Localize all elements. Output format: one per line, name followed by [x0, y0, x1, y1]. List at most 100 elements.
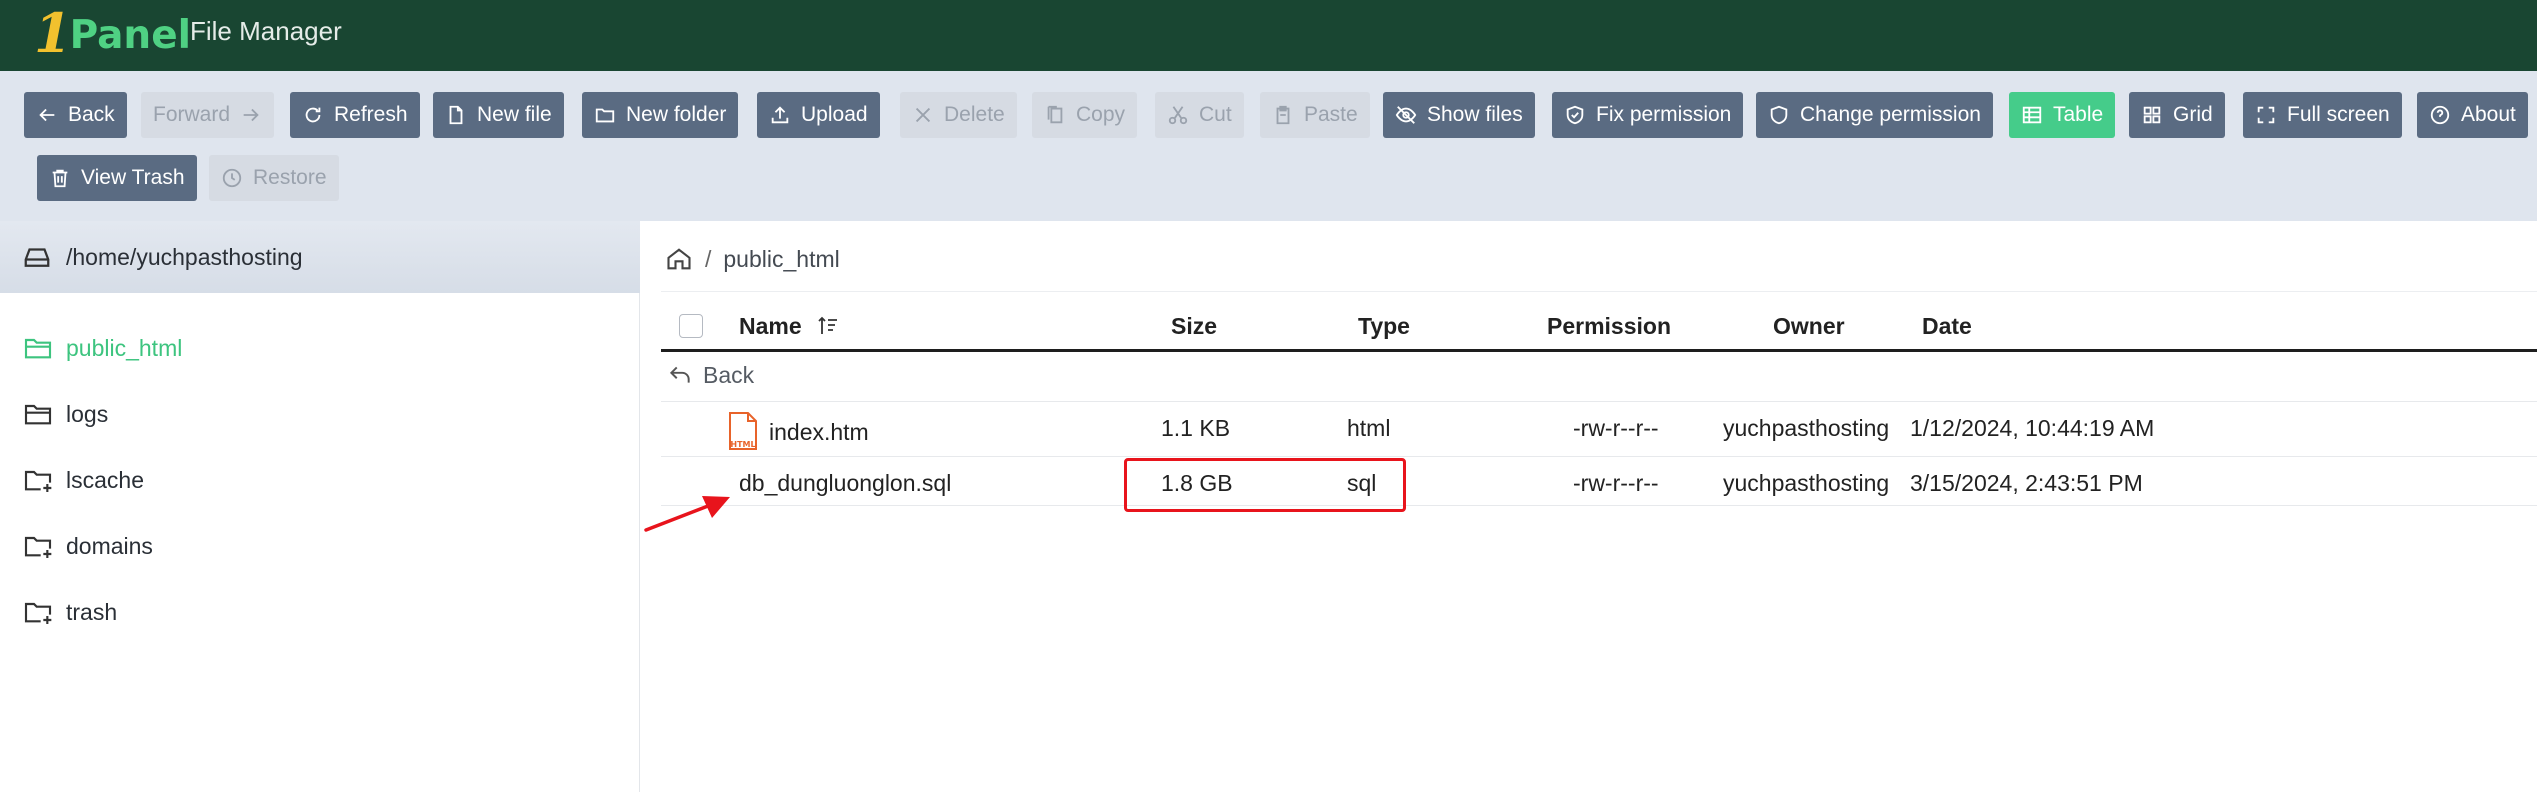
change-permission-button-label: Change permission [1800, 103, 1981, 126]
full-screen-button[interactable]: Full screen [2243, 92, 2402, 138]
about-button[interactable]: About [2417, 92, 2528, 138]
show-files-button[interactable]: Show files [1383, 92, 1535, 138]
column-header-type[interactable]: Type [1358, 309, 1410, 343]
table-view-button[interactable]: Table [2009, 92, 2116, 138]
breadcrumb-separator: / [705, 245, 712, 272]
folder-plus-icon [24, 602, 52, 624]
new-folder-button-label: New folder [626, 103, 727, 126]
sidebar-item-label: logs [66, 400, 109, 427]
new-file-button[interactable]: New file [433, 92, 564, 138]
grid-view-button[interactable]: Grid [2129, 92, 2225, 138]
sidebar-item-label: public_html [66, 334, 183, 361]
select-all-checkbox[interactable] [679, 314, 703, 338]
file-permission[interactable]: -rw-r--r-- [1573, 412, 1659, 444]
back-button-label: Back [68, 103, 115, 126]
file-owner: yuchpasthosting [1723, 414, 1890, 441]
parent-directory-label: Back [703, 361, 755, 388]
file-type: html [1347, 414, 1391, 441]
sidebar-item-trash[interactable]: trash [22, 592, 117, 632]
column-header-owner[interactable]: Owner [1773, 309, 1845, 343]
shield-check-icon [1566, 105, 1584, 125]
show-files-button-label: Show files [1427, 103, 1523, 126]
sidebar-item-logs[interactable]: logs [22, 394, 108, 434]
fullscreen-icon [2257, 106, 2275, 124]
sidebar-item-lscache[interactable]: lscache [22, 460, 144, 500]
refresh-button[interactable]: Refresh [290, 92, 420, 138]
shield-icon [1770, 105, 1788, 125]
column-header-permission[interactable]: Permission [1547, 309, 1671, 343]
grid-icon [2143, 106, 2161, 124]
cut-button[interactable]: Cut [1155, 92, 1244, 138]
top-header: 1 Panel File Manager [0, 0, 2537, 71]
parent-directory-row[interactable]: Back [667, 358, 754, 392]
delete-button[interactable]: Delete [900, 92, 1017, 138]
back-button[interactable]: Back [24, 92, 127, 138]
column-header-size[interactable]: Size [1171, 309, 1217, 343]
file-owner: yuchpasthosting [1723, 469, 1890, 496]
breadcrumb: / public_html [665, 241, 840, 277]
upload-button-label: Upload [801, 103, 868, 126]
paste-button-label: Paste [1304, 103, 1358, 126]
logo-number: 1 [34, 1, 72, 65]
refresh-button-label: Refresh [334, 103, 408, 126]
html-file-icon: HTML [729, 412, 757, 450]
sidebar-item-label: lscache [66, 466, 144, 493]
corner-up-left-icon [669, 366, 690, 383]
toolbar: Back Forward Refresh New file New folder… [0, 71, 2537, 221]
change-permission-button[interactable]: Change permission [1756, 92, 1993, 138]
folder-plus-icon [24, 536, 52, 558]
paste-button[interactable]: Paste [1260, 92, 1370, 138]
row-divider [661, 456, 2537, 457]
folder-icon [24, 404, 52, 425]
full-screen-button-label: Full screen [2287, 103, 2390, 126]
file-name[interactable]: db_dungluonglon.sql [739, 467, 951, 499]
upload-icon [771, 106, 789, 124]
file-size: 1.1 KB [1161, 414, 1231, 441]
annotation-arrow-icon [644, 496, 730, 532]
row-divider [661, 505, 2537, 506]
app-title: File Manager [190, 16, 342, 46]
restore-button[interactable]: Restore [209, 155, 339, 201]
clock-icon [222, 168, 242, 188]
trash-icon [52, 169, 68, 188]
file-permission[interactable]: -rw-r--r-- [1573, 467, 1659, 499]
file-name[interactable]: index.htm [769, 416, 869, 448]
copy-button[interactable]: Copy [1032, 92, 1138, 138]
home-icon[interactable] [665, 245, 693, 273]
file-size: 1.8 GB [1161, 469, 1233, 496]
folder-plus-icon [24, 470, 52, 492]
sidebar-root-path[interactable]: /home/yuchpasthosting [0, 221, 640, 293]
view-trash-button-label: View Trash [81, 166, 185, 189]
sidebar-item-public-html[interactable]: public_html [22, 328, 182, 368]
new-file-button-label: New file [477, 103, 552, 126]
sidebar: /home/yuchpasthosting public_html logs l… [0, 221, 640, 792]
logo-text: Panel [69, 13, 192, 58]
sidebar-item-domains[interactable]: domains [22, 526, 153, 566]
folder-open-icon [24, 338, 52, 359]
cut-button-label: Cut [1199, 103, 1232, 126]
restore-button-label: Restore [253, 166, 327, 189]
close-icon [915, 107, 931, 123]
column-header-name-label: Name [739, 312, 802, 339]
folder-icon [595, 108, 615, 123]
file-date: 1/12/2024, 10:44:19 AM [1910, 414, 2155, 441]
file-list-panel: / public_html Name Size Type Permission … [641, 221, 2537, 792]
upload-button[interactable]: Upload [757, 92, 880, 138]
forward-button[interactable]: Forward [141, 92, 275, 138]
breadcrumb-current[interactable]: public_html [723, 246, 839, 273]
new-folder-button[interactable]: New folder [582, 92, 739, 138]
column-header-name[interactable]: Name [739, 309, 840, 343]
view-trash-button[interactable]: View Trash [37, 155, 197, 201]
file-type: sql [1347, 469, 1377, 496]
fix-permission-button[interactable]: Fix permission [1552, 92, 1744, 138]
delete-button-label: Delete [944, 103, 1005, 126]
column-header-date[interactable]: Date [1922, 309, 1972, 343]
html-file-icon-label: HTML [730, 440, 755, 449]
sort-icon[interactable] [816, 314, 840, 338]
divider [661, 291, 2537, 292]
copy-button-label: Copy [1076, 103, 1126, 126]
app-logo[interactable]: 1 Panel [34, 5, 191, 61]
copy-icon [1047, 105, 1063, 124]
about-button-label: About [2461, 103, 2516, 126]
help-circle-icon [2430, 105, 2450, 125]
